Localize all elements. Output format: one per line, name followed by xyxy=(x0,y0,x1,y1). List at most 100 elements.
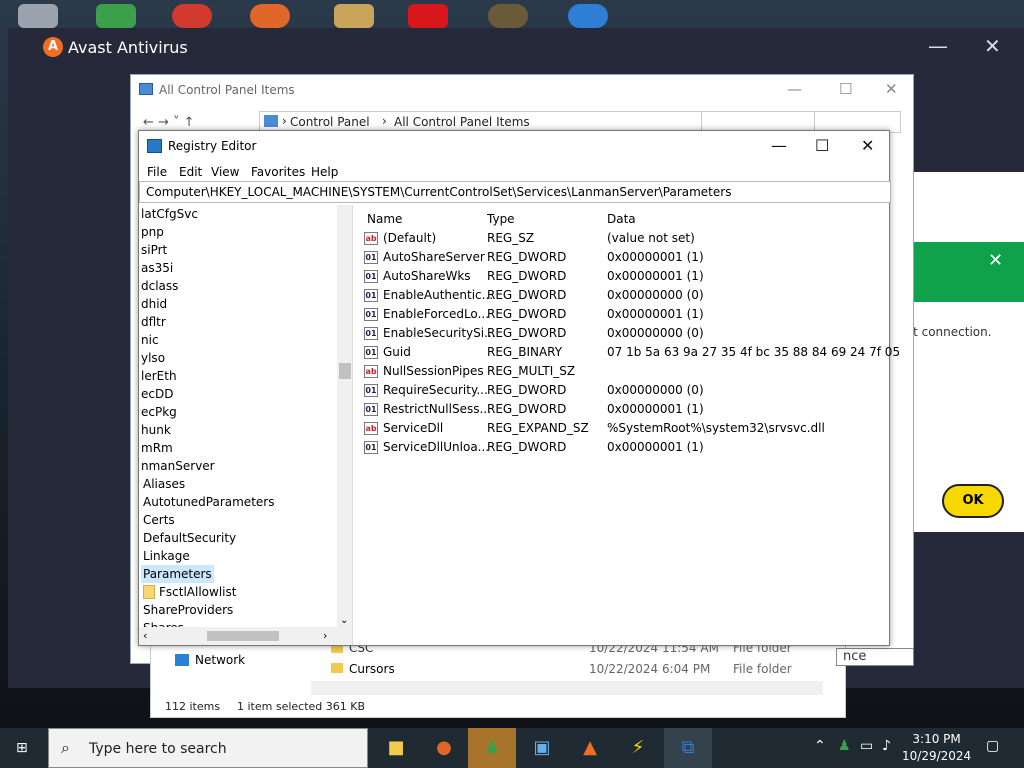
tree-item[interactable]: DefaultSecurity xyxy=(143,529,236,547)
tree-item[interactable]: ecDD xyxy=(141,385,173,403)
tree-hscrollbar[interactable]: ‹ › xyxy=(139,627,352,645)
tree-item[interactable]: mRm xyxy=(141,439,173,457)
network-tray-icon[interactable]: ▭ xyxy=(860,738,873,754)
tree-hscroll-thumb[interactable] xyxy=(207,631,279,641)
regedit-title: Registry Editor xyxy=(168,139,257,153)
value-row[interactable]: ab (Default) REG_SZ (value not set) xyxy=(359,229,889,248)
desktop-icon-firefox[interactable] xyxy=(250,4,290,28)
status-item-count: 112 items xyxy=(165,700,221,713)
tree-vscrollbar[interactable]: ⌄ xyxy=(337,205,352,627)
value-row[interactable]: 01 Guid REG_BINARY 07 1b 5a 63 9a 27 35 … xyxy=(359,343,900,362)
user-tray-icon[interactable]: ♟ xyxy=(838,738,851,754)
tree-item[interactable]: nic xyxy=(141,331,159,349)
tree-item[interactable]: dfltr xyxy=(141,313,166,331)
value-row[interactable]: 01 AutoShareServer REG_DWORD 0x00000001 … xyxy=(359,248,889,267)
menu-file[interactable]: File xyxy=(147,165,167,179)
value-data: 07 1b 5a 63 9a 27 35 4f bc 35 88 84 69 2… xyxy=(607,345,901,359)
tree-item[interactable]: FsctlAllowlist xyxy=(159,583,236,601)
users-app-icon[interactable]: ♟ xyxy=(468,728,516,768)
avast-dropdown[interactable]: nce xyxy=(836,648,914,666)
tree-item[interactable]: Aliases xyxy=(143,475,185,493)
taskbar-clock[interactable]: 3:10 PM 10/29/2024 xyxy=(902,731,971,765)
cp-breadcrumb-0[interactable]: Control Panel xyxy=(290,115,370,129)
file-name[interactable]: Cursors xyxy=(349,662,395,676)
regedit-minimize-button[interactable]: — xyxy=(771,136,787,155)
control-panel-taskbar-icon[interactable]: ▣ xyxy=(518,728,566,768)
windows-start-icon[interactable]: ⊞ xyxy=(16,740,32,756)
value-row[interactable]: 01 ServiceDllUnloa... REG_DWORD 0x000000… xyxy=(359,438,889,457)
desktop-icon-chrome[interactable] xyxy=(172,4,212,28)
menu-help[interactable]: Help xyxy=(311,165,338,179)
cp-breadcrumb-1[interactable]: All Control Panel Items xyxy=(394,115,530,129)
tree-item[interactable]: ShareProviders xyxy=(143,601,233,619)
notifications-icon[interactable]: ▢ xyxy=(986,738,999,754)
search-icon: ⌕ xyxy=(61,738,70,757)
string-value-icon: ab xyxy=(364,422,378,435)
cp-back-icon[interactable]: ← → ˅ ↑ xyxy=(143,115,195,130)
tree-item[interactable]: dhid xyxy=(141,295,167,313)
tree-vscroll-thumb[interactable] xyxy=(339,363,351,379)
column-data-header[interactable]: Data xyxy=(607,209,636,229)
taskbar-search-box[interactable]: ⌕ Type here to search xyxy=(48,728,368,768)
control-panel-icon xyxy=(139,83,153,95)
desktop-icon-browser[interactable] xyxy=(568,4,608,28)
tree-item[interactable]: lerEth xyxy=(141,367,177,385)
firefox-icon[interactable]: ● xyxy=(420,728,468,768)
cp-close-button[interactable]: ✕ xyxy=(885,80,898,98)
menu-favorites[interactable]: Favorites xyxy=(251,165,305,179)
desktop-icon-settings[interactable] xyxy=(488,4,528,28)
cp-maximize-button[interactable]: ☐ xyxy=(839,80,852,98)
regedit-close-button[interactable]: ✕ xyxy=(861,136,874,155)
desktop-icon-recycle-bin[interactable] xyxy=(18,4,58,28)
value-row[interactable]: 01 RestrictNullSess... REG_DWORD 0x00000… xyxy=(359,400,889,419)
avast-ok-button[interactable]: OK xyxy=(942,484,1004,518)
tree-item[interactable]: dclass xyxy=(141,277,178,295)
regedit-taskbar-icon[interactable]: ⧉ xyxy=(664,728,712,768)
nav-item-network[interactable]: Network xyxy=(195,653,245,667)
explorer-window: Network CSC 10/22/2024 11:54 AM File fol… xyxy=(150,640,846,718)
regedit-maximize-button[interactable]: ☐ xyxy=(815,136,829,155)
volume-icon[interactable]: ♪ xyxy=(882,738,891,754)
chevron-up-icon[interactable]: ⌃ xyxy=(814,738,826,754)
desktop-icon-flash[interactable] xyxy=(408,4,448,28)
avast-minimize-button[interactable]: — xyxy=(928,34,948,58)
avast-taskbar-icon[interactable]: ▲ xyxy=(566,728,614,768)
tree-item[interactable]: AutotunedParameters xyxy=(143,493,274,511)
tree-item[interactable]: pnp xyxy=(141,223,164,241)
value-row[interactable]: 01 EnableSecuritySi... REG_DWORD 0x00000… xyxy=(359,324,889,343)
tree-item[interactable]: as35i xyxy=(141,259,173,277)
power-app-icon[interactable]: ⚡ xyxy=(614,728,662,768)
tree-item[interactable]: Certs xyxy=(143,511,175,529)
column-type-header[interactable]: Type xyxy=(487,209,515,229)
value-row[interactable]: 01 RequireSecurity... REG_DWORD 0x000000… xyxy=(359,381,889,400)
value-row[interactable]: ab ServiceDll REG_EXPAND_SZ %SystemRoot%… xyxy=(359,419,889,438)
file-explorer-icon[interactable]: ■ xyxy=(372,728,420,768)
desktop-icon-app[interactable] xyxy=(334,4,374,28)
chevron-right-icon[interactable]: › xyxy=(323,629,327,642)
tree-item[interactable]: hunk xyxy=(141,421,171,439)
binary-value-icon: 01 xyxy=(364,308,378,321)
avast-dialog-close-button[interactable]: ✕ xyxy=(988,250,1003,271)
tree-item-selected[interactable]: Parameters xyxy=(141,565,214,583)
regedit-address-bar[interactable]: Computer\HKEY_LOCAL_MACHINE\SYSTEM\Curre… xyxy=(139,181,891,203)
value-row[interactable]: 01 EnableAuthentic... REG_DWORD 0x000000… xyxy=(359,286,889,305)
column-name-header[interactable]: Name xyxy=(367,209,402,229)
tree-item[interactable]: siPrt xyxy=(141,241,167,259)
chevron-left-icon[interactable]: ‹ xyxy=(143,629,147,642)
value-type: REG_DWORD xyxy=(487,269,567,283)
menu-edit[interactable]: Edit xyxy=(179,165,202,179)
tree-item[interactable]: ylso xyxy=(141,349,165,367)
tree-item[interactable]: nmanServer xyxy=(141,457,215,475)
avast-close-button[interactable]: ✕ xyxy=(984,34,1001,58)
value-row[interactable]: 01 EnableForcedLo... REG_DWORD 0x0000000… xyxy=(359,305,889,324)
tree-item[interactable]: Linkage xyxy=(143,547,190,565)
tree-item[interactable]: ecPkg xyxy=(141,403,177,421)
tree-item[interactable]: latCfgSvc xyxy=(141,205,198,223)
explorer-hscroll[interactable] xyxy=(311,681,823,695)
cp-minimize-button[interactable]: — xyxy=(787,80,802,98)
desktop-icon-users[interactable] xyxy=(96,4,136,28)
value-row[interactable]: ab NullSessionPipes REG_MULTI_SZ xyxy=(359,362,889,381)
menu-view[interactable]: View xyxy=(211,165,239,179)
value-row[interactable]: 01 AutoShareWks REG_DWORD 0x00000001 (1) xyxy=(359,267,889,286)
chevron-down-icon[interactable]: ⌄ xyxy=(340,615,348,626)
